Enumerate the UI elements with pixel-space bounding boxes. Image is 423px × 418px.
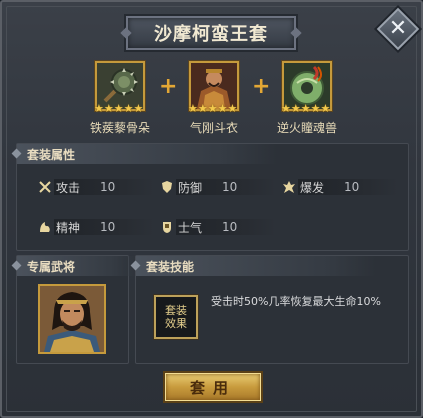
set-skill-title: 套装技能 (136, 256, 376, 276)
item-name: 逆火瞳魂兽 (276, 121, 337, 135)
item-stars: ★★★★★ (281, 102, 331, 115)
set-skill-description: 受击时50%几率恢复最大生命10% (211, 295, 381, 308)
item-name: 气刚斗衣 (189, 121, 238, 135)
equipment-set-panel: 沙摩柯蛮王套 ✕ ★★★★★ 铁蒺藜骨朵 + ★★★★★ 气刚斗衣 + ★★★★… (0, 0, 423, 418)
attribute-burst: 爆发 10 (282, 179, 398, 195)
item-stars: ★★★★★ (188, 102, 238, 115)
set-attributes-title: 套装属性 (17, 144, 277, 164)
set-effect-label-2: 效果 (165, 317, 187, 330)
exclusive-general-title: 专属武将 (17, 256, 137, 276)
attribute-defense: 防御 10 (160, 179, 276, 195)
attribute-spirit: 精神 10 (38, 219, 154, 235)
close-icon[interactable]: ✕ (383, 14, 413, 44)
morale-icon (163, 222, 171, 233)
general-portrait[interactable] (38, 284, 106, 354)
item-stars: ★★★★★ (94, 102, 144, 115)
spirit-icon (40, 222, 50, 232)
panel-title: 沙摩柯蛮王套 (126, 16, 296, 50)
item-name: 铁蒺藜骨朵 (89, 121, 150, 135)
apply-button[interactable]: 套用 (165, 373, 261, 401)
set-effect-label-1: 套装 (165, 304, 187, 317)
attribute-attack: 攻击 10 (38, 179, 154, 195)
set-effect-icon[interactable]: 套装 效果 (154, 295, 198, 339)
burst-icon (283, 181, 295, 193)
crossed-swords-icon (39, 181, 51, 193)
plus-icon: + (159, 74, 178, 99)
shield-icon (162, 181, 172, 193)
attribute-morale: 士气 10 (160, 219, 276, 235)
plus-icon: + (252, 74, 271, 99)
general-portrait-image (40, 286, 104, 352)
